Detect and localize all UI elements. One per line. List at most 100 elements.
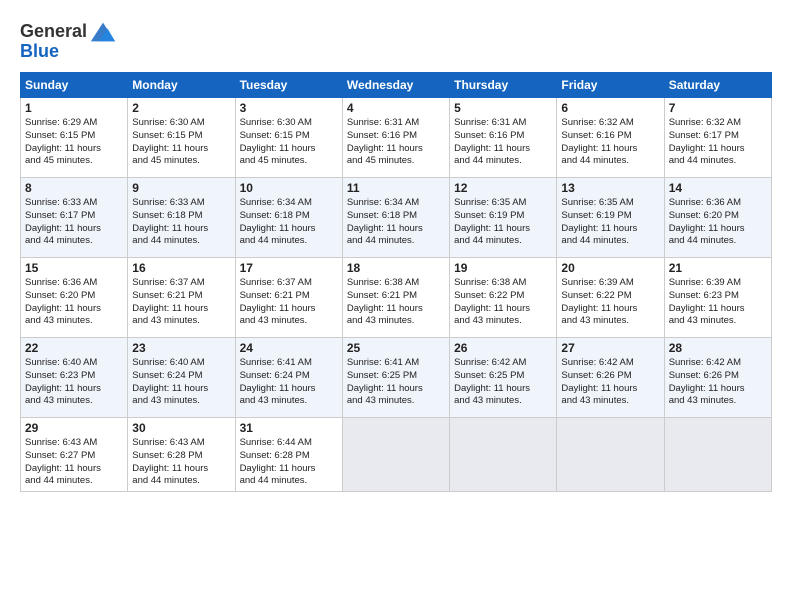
cell-line: and 44 minutes.: [561, 235, 659, 248]
cell-line: Daylight: 11 hours: [25, 303, 123, 316]
dow-header-monday: Monday: [128, 73, 235, 98]
calendar-cell: [450, 418, 557, 492]
cell-line: Sunrise: 6:30 AM: [240, 117, 338, 130]
calendar-cell: 31Sunrise: 6:44 AMSunset: 6:28 PMDayligh…: [235, 418, 342, 492]
cell-line: Sunrise: 6:35 AM: [454, 197, 552, 210]
day-number: 30: [132, 421, 230, 435]
cell-line: and 45 minutes.: [132, 155, 230, 168]
cell-line: Daylight: 11 hours: [561, 383, 659, 396]
cell-line: Daylight: 11 hours: [240, 223, 338, 236]
cell-line: Sunset: 6:15 PM: [25, 130, 123, 143]
day-number: 6: [561, 101, 659, 115]
calendar-cell: [557, 418, 664, 492]
cell-line: Daylight: 11 hours: [132, 143, 230, 156]
cell-line: Daylight: 11 hours: [132, 383, 230, 396]
cell-line: and 43 minutes.: [132, 315, 230, 328]
cell-line: Daylight: 11 hours: [240, 143, 338, 156]
cell-line: Daylight: 11 hours: [240, 303, 338, 316]
cell-line: Sunrise: 6:29 AM: [25, 117, 123, 130]
cell-line: and 43 minutes.: [561, 315, 659, 328]
cell-line: and 44 minutes.: [25, 235, 123, 248]
day-number: 9: [132, 181, 230, 195]
cell-line: Daylight: 11 hours: [347, 303, 445, 316]
calendar-cell: 22Sunrise: 6:40 AMSunset: 6:23 PMDayligh…: [21, 338, 128, 418]
calendar-cell: 30Sunrise: 6:43 AMSunset: 6:28 PMDayligh…: [128, 418, 235, 492]
cell-line: Sunrise: 6:36 AM: [669, 197, 767, 210]
cell-line: Daylight: 11 hours: [669, 303, 767, 316]
cell-line: Sunrise: 6:32 AM: [669, 117, 767, 130]
cell-line: Sunset: 6:25 PM: [454, 370, 552, 383]
cell-line: Sunset: 6:17 PM: [669, 130, 767, 143]
days-of-week-row: SundayMondayTuesdayWednesdayThursdayFrid…: [21, 73, 772, 98]
cell-line: Sunset: 6:18 PM: [132, 210, 230, 223]
day-number: 4: [347, 101, 445, 115]
cell-line: Daylight: 11 hours: [454, 143, 552, 156]
cell-line: and 44 minutes.: [454, 155, 552, 168]
cell-line: Sunrise: 6:32 AM: [561, 117, 659, 130]
cell-line: and 44 minutes.: [561, 155, 659, 168]
cell-line: Sunrise: 6:38 AM: [347, 277, 445, 290]
dow-header-thursday: Thursday: [450, 73, 557, 98]
cell-line: Sunrise: 6:41 AM: [240, 357, 338, 370]
cell-line: Sunrise: 6:38 AM: [454, 277, 552, 290]
calendar-cell: 18Sunrise: 6:38 AMSunset: 6:21 PMDayligh…: [342, 258, 449, 338]
cell-line: Sunset: 6:21 PM: [240, 290, 338, 303]
calendar-cell: 28Sunrise: 6:42 AMSunset: 6:26 PMDayligh…: [664, 338, 771, 418]
calendar-cell: 7Sunrise: 6:32 AMSunset: 6:17 PMDaylight…: [664, 98, 771, 178]
calendar-cell: 12Sunrise: 6:35 AMSunset: 6:19 PMDayligh…: [450, 178, 557, 258]
logo-blue: Blue: [20, 41, 59, 61]
day-number: 28: [669, 341, 767, 355]
cell-line: Sunset: 6:20 PM: [669, 210, 767, 223]
cell-line: Sunrise: 6:37 AM: [132, 277, 230, 290]
cell-line: Sunset: 6:15 PM: [132, 130, 230, 143]
cell-line: Sunset: 6:25 PM: [347, 370, 445, 383]
cell-line: and 45 minutes.: [347, 155, 445, 168]
calendar-cell: 3Sunrise: 6:30 AMSunset: 6:15 PMDaylight…: [235, 98, 342, 178]
cell-line: Daylight: 11 hours: [347, 143, 445, 156]
dow-header-wednesday: Wednesday: [342, 73, 449, 98]
calendar-body: 1Sunrise: 6:29 AMSunset: 6:15 PMDaylight…: [21, 98, 772, 492]
day-number: 15: [25, 261, 123, 275]
calendar-table: SundayMondayTuesdayWednesdayThursdayFrid…: [20, 72, 772, 492]
cell-line: and 44 minutes.: [25, 475, 123, 488]
cell-line: Sunrise: 6:36 AM: [25, 277, 123, 290]
calendar-cell: 10Sunrise: 6:34 AMSunset: 6:18 PMDayligh…: [235, 178, 342, 258]
cell-line: and 43 minutes.: [25, 315, 123, 328]
cell-line: Sunset: 6:23 PM: [669, 290, 767, 303]
day-number: 11: [347, 181, 445, 195]
cell-line: Sunrise: 6:41 AM: [347, 357, 445, 370]
cell-line: and 43 minutes.: [561, 395, 659, 408]
calendar-cell: 2Sunrise: 6:30 AMSunset: 6:15 PMDaylight…: [128, 98, 235, 178]
cell-line: Sunrise: 6:37 AM: [240, 277, 338, 290]
day-number: 20: [561, 261, 659, 275]
cell-line: Sunset: 6:27 PM: [25, 450, 123, 463]
cell-line: and 44 minutes.: [132, 235, 230, 248]
cell-line: and 43 minutes.: [25, 395, 123, 408]
calendar-cell: 13Sunrise: 6:35 AMSunset: 6:19 PMDayligh…: [557, 178, 664, 258]
cell-line: Daylight: 11 hours: [669, 383, 767, 396]
cell-line: Sunset: 6:21 PM: [347, 290, 445, 303]
calendar-cell: 6Sunrise: 6:32 AMSunset: 6:16 PMDaylight…: [557, 98, 664, 178]
cell-line: and 44 minutes.: [669, 235, 767, 248]
cell-line: Sunrise: 6:31 AM: [347, 117, 445, 130]
cell-line: Sunrise: 6:39 AM: [561, 277, 659, 290]
calendar-cell: 21Sunrise: 6:39 AMSunset: 6:23 PMDayligh…: [664, 258, 771, 338]
cell-line: and 43 minutes.: [454, 315, 552, 328]
logo-icon: [89, 18, 117, 46]
day-number: 31: [240, 421, 338, 435]
cell-line: Daylight: 11 hours: [454, 223, 552, 236]
cell-line: Daylight: 11 hours: [347, 223, 445, 236]
calendar-cell: 5Sunrise: 6:31 AMSunset: 6:16 PMDaylight…: [450, 98, 557, 178]
calendar-cell: 24Sunrise: 6:41 AMSunset: 6:24 PMDayligh…: [235, 338, 342, 418]
dow-header-sunday: Sunday: [21, 73, 128, 98]
cell-line: Daylight: 11 hours: [669, 223, 767, 236]
calendar-cell: 16Sunrise: 6:37 AMSunset: 6:21 PMDayligh…: [128, 258, 235, 338]
calendar-cell: 19Sunrise: 6:38 AMSunset: 6:22 PMDayligh…: [450, 258, 557, 338]
cell-line: and 45 minutes.: [240, 155, 338, 168]
day-number: 12: [454, 181, 552, 195]
cell-line: Sunset: 6:24 PM: [240, 370, 338, 383]
calendar-cell: 15Sunrise: 6:36 AMSunset: 6:20 PMDayligh…: [21, 258, 128, 338]
cell-line: Daylight: 11 hours: [561, 303, 659, 316]
cell-line: Sunset: 6:23 PM: [25, 370, 123, 383]
calendar-cell: 20Sunrise: 6:39 AMSunset: 6:22 PMDayligh…: [557, 258, 664, 338]
